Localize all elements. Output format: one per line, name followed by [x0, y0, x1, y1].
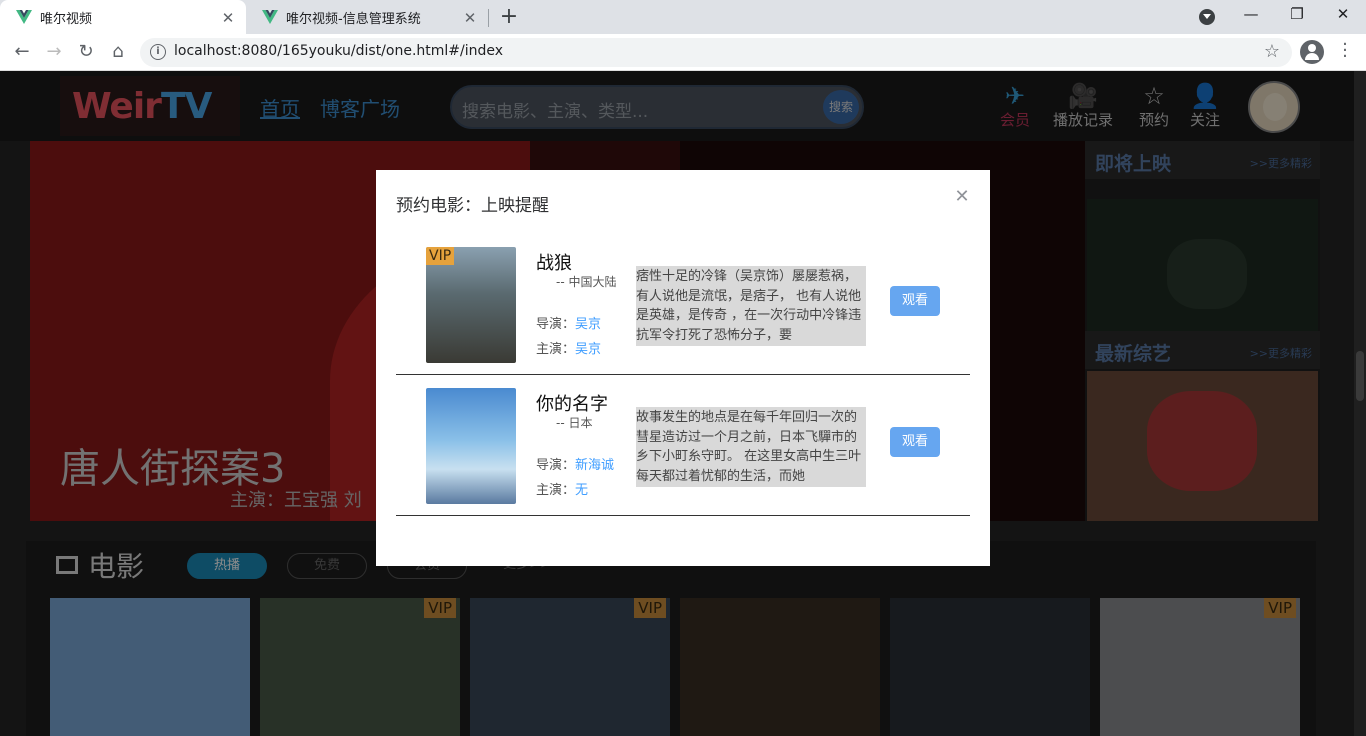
watch-button[interactable]: 观看: [890, 286, 940, 316]
new-tab-icon[interactable]: +: [498, 4, 520, 29]
close-icon[interactable]: ✕: [954, 186, 970, 207]
account-icon[interactable]: [1300, 40, 1324, 64]
cast-link[interactable]: 无: [575, 483, 588, 498]
browser-tab-title: 唯尔视频: [40, 11, 93, 27]
browser-toolbar: ← → ↻ ⌂ i localhost:8080/165youku/dist/o…: [0, 34, 1366, 71]
reload-icon[interactable]: ↻: [75, 41, 97, 63]
director-link[interactable]: 吴京: [575, 317, 601, 332]
director-link[interactable]: 新海诚: [575, 458, 614, 473]
menu-kebab-icon[interactable]: · · ·: [1337, 36, 1353, 66]
vue-logo-icon: [262, 10, 278, 24]
movie-region: -- 中国大陆: [556, 275, 617, 289]
url-text[interactable]: localhost:8080/165youku/dist/one.html#/i…: [174, 43, 503, 59]
window-close-icon[interactable]: ✕: [1333, 5, 1353, 23]
cast-link[interactable]: 吴京: [575, 342, 601, 357]
tab-separator: [488, 9, 489, 27]
list-item: VIP 战狼 -- 中国大陆 导演：吴京 主演：吴京 痞性十足的冷锋（吴京饰）屡…: [396, 234, 970, 375]
home-icon[interactable]: ⌂: [107, 41, 129, 63]
cast-line: 主演：无: [536, 483, 589, 498]
minimize-icon[interactable]: —: [1241, 5, 1261, 23]
restore-icon[interactable]: ❐: [1287, 5, 1307, 23]
movie-description: 痞性十足的冷锋（吴京饰）屡屡惹祸，有人说他是流氓，是痞子， 也有人说他是英雄，是…: [636, 266, 866, 346]
back-icon[interactable]: ←: [11, 41, 33, 63]
movie-region: -- 日本: [556, 416, 593, 430]
close-tab-icon[interactable]: ✕: [220, 9, 236, 27]
browser-tab-1[interactable]: 唯尔视频 ✕: [0, 0, 246, 34]
movie-poster[interactable]: VIP: [426, 247, 516, 363]
movie-poster[interactable]: [426, 388, 516, 504]
bookmark-star-icon[interactable]: ☆: [1264, 41, 1280, 62]
browser-tab-title: 唯尔视频-信息管理系统: [286, 11, 421, 27]
dialog-title: 预约电影：上映提醒: [396, 196, 549, 216]
movie-name: 战狼: [536, 253, 572, 274]
watch-button[interactable]: 观看: [890, 427, 940, 457]
page-viewport: WeirTV 首页 博客广场 搜索电影、主演、类型... 搜索 ✈ 会员 🎥 播…: [0, 71, 1366, 736]
forward-icon[interactable]: →: [43, 41, 65, 63]
address-bar[interactable]: i localhost:8080/165youku/dist/one.html#…: [140, 38, 1292, 67]
close-tab-icon[interactable]: ✕: [462, 9, 478, 27]
browser-tab-2[interactable]: 唯尔视频-信息管理系统 ✕: [246, 0, 488, 34]
reservation-dialog: 预约电影：上映提醒 ✕ VIP 战狼 -- 中国大陆 导演：吴京 主演：吴京 痞…: [376, 170, 990, 566]
vip-badge: VIP: [426, 247, 455, 265]
cast-line: 主演：吴京: [536, 342, 602, 357]
director-line: 导演：吴京: [536, 317, 602, 332]
movie-description: 故事发生的地点是在每千年回归一次的彗星造访过一个月之前，日本飞驒市的乡下小町糸守…: [636, 407, 866, 487]
director-line: 导演：新海诚: [536, 458, 615, 473]
tab-search-icon[interactable]: [1199, 9, 1215, 25]
vue-logo-icon: [16, 10, 32, 24]
browser-tab-bar: 唯尔视频 ✕ 唯尔视频-信息管理系统 ✕ + — ❐ ✕: [0, 0, 1366, 34]
movie-name: 你的名字: [536, 394, 608, 415]
list-item: 你的名字 -- 日本 导演：新海诚 主演：无 故事发生的地点是在每千年回归一次的…: [396, 375, 970, 516]
site-info-icon[interactable]: i: [150, 44, 166, 60]
